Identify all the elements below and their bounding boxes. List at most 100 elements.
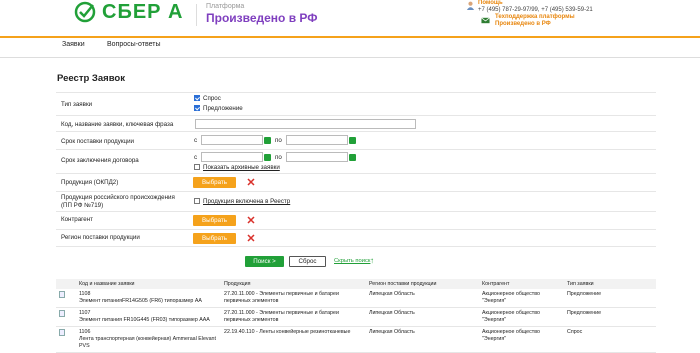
calendar-icon[interactable] (349, 154, 356, 161)
platform-title: Платформа Произведено в РФ (206, 3, 318, 25)
sber-logo-icon (74, 1, 96, 23)
help-contact: Помощь +7 (495) 787-29-97/99, +7 (495) 5… (478, 0, 593, 14)
row-request-type: Тип заявки Спрос Предложение (56, 92, 656, 115)
counterparty-select-button[interactable]: Выбрать (193, 215, 236, 226)
document-icon[interactable] (59, 310, 65, 317)
request-name[interactable]: Лента транспортерная (конвейерная) Ammer… (79, 336, 218, 350)
column-header[interactable]: Продукция (221, 279, 366, 289)
registry-option[interactable]: Продукция включена в Реестр (194, 198, 290, 205)
type-label: Тип заявки (61, 101, 93, 108)
support-link[interactable]: Техподдержка платформы Произведено в РФ (495, 14, 575, 28)
type-cell: Предложение (564, 307, 656, 327)
product-label: Продукция (ОКПД2) (61, 179, 119, 186)
contract-to-input[interactable] (286, 152, 348, 162)
counterparty-label: Контрагент (61, 216, 93, 223)
product-select-button[interactable]: Выбрать (193, 177, 236, 188)
calendar-icon[interactable] (264, 154, 271, 161)
contractor-line-2: "Энергия" (482, 298, 507, 304)
product-cell: 27.20.11.000 - Элементы первичные и бата… (221, 289, 366, 308)
column-header[interactable]: Тип заявки (564, 279, 656, 289)
platform-label: Платформа (206, 3, 245, 10)
contractor-line-1: Акционерное общество (482, 329, 540, 335)
delivery-from-input[interactable] (201, 135, 263, 145)
contract-to-label: по (275, 154, 282, 161)
archive-label: Показать архивные заявки (203, 164, 280, 171)
mail-icon (481, 17, 490, 24)
region-cell: Липецкая Область (366, 307, 479, 327)
icon-column-header (56, 279, 76, 289)
site-header: СБЕР А Платформа Произведено в РФ Помощь… (0, 0, 700, 36)
hide-search-link[interactable]: Скрыть поиск (334, 258, 370, 264)
table-row[interactable]: 1107 Элемент питания FR10G445 (FR03) типо… (56, 307, 656, 327)
header-divider (196, 4, 197, 26)
delivery-to-label: по (275, 137, 282, 144)
type-cell: Предложение (564, 289, 656, 308)
type-offer-option[interactable]: Предложение (194, 105, 243, 112)
request-code: 1108 (79, 291, 91, 297)
help-title: Помощь (478, 0, 503, 6)
russian-label-2: (ПП РФ №719) (61, 202, 104, 209)
page-title: Реестр Заявок (57, 73, 125, 84)
region-select-button[interactable]: Выбрать (193, 233, 236, 244)
support-line-2: Произведено в РФ (495, 21, 551, 27)
table-row[interactable]: 1108 Элемент питанияFR14G505 (FR6) типора… (56, 289, 656, 308)
column-header[interactable]: Регион поставки продукции (366, 279, 479, 289)
row-product: Продукция (ОКПД2) Выбрать ✕ (56, 173, 656, 191)
requests-table: Код и название заявки Продукция Регион п… (56, 279, 656, 353)
offer-label: Предложение (203, 105, 243, 112)
archive-checkbox[interactable] (194, 164, 200, 171)
table-header-row: Код и название заявки Продукция Регион п… (56, 279, 656, 289)
product-cell: 27.20.11.000 - Элементы первичные и бата… (221, 307, 366, 327)
counterparty-clear-icon[interactable]: ✕ (246, 216, 256, 227)
region-label: Регион поставки продукции (61, 234, 140, 241)
contractor-line-2: "Энергия" (482, 317, 507, 323)
offer-checkbox[interactable] (194, 105, 200, 112)
contract-from-label: с (194, 154, 198, 161)
request-code: 1107 (79, 310, 91, 316)
contractor-line-1: Акционерное общество (482, 291, 540, 297)
column-header[interactable]: Код и название заявки (76, 279, 221, 289)
nav-item-faq[interactable]: Вопросы-ответы (107, 41, 160, 48)
product-clear-icon[interactable]: ✕ (246, 178, 256, 189)
support-line-1: Техподдержка платформы (495, 14, 575, 20)
row-contract-date: Срок заключения договора с по Показать а… (56, 149, 656, 173)
row-code: Код, название заявки, ключевая фраза (56, 115, 656, 131)
top-nav: Заявки Вопросы-ответы (0, 38, 700, 58)
calendar-icon[interactable] (349, 137, 356, 144)
column-header[interactable]: Контрагент (479, 279, 564, 289)
region-clear-icon[interactable]: ✕ (246, 234, 256, 245)
russian-label-1: Продукция российского происхождения (61, 194, 175, 201)
calendar-icon[interactable] (264, 137, 271, 144)
sber-logo[interactable]: СБЕР А (74, 1, 184, 23)
demand-label: Спрос (203, 95, 221, 102)
archive-option[interactable]: Показать архивные заявки (194, 164, 280, 171)
reset-button[interactable]: Сброс (289, 256, 326, 267)
delivery-to-input[interactable] (286, 135, 348, 145)
help-person-icon (466, 1, 475, 10)
request-name[interactable]: Элемент питания FR10G445 (FR03) типоразм… (79, 317, 218, 324)
search-button[interactable]: Поиск > (245, 256, 284, 267)
row-counterparty: Контрагент Выбрать ✕ (56, 211, 656, 229)
help-phones[interactable]: +7 (495) 787-29-97/99, +7 (495) 539-59-2… (478, 7, 593, 14)
delivery-label: Срок поставки продукции (61, 138, 135, 145)
row-delivery-date: Срок поставки продукции с по (56, 131, 656, 149)
document-icon[interactable] (59, 329, 65, 336)
document-icon[interactable] (59, 291, 65, 298)
row-region: Регион поставки продукции Выбрать ✕ (56, 229, 656, 247)
platform-name: Произведено в РФ (206, 11, 318, 25)
contract-from-input[interactable] (201, 152, 263, 162)
request-code: 1106 (79, 329, 91, 335)
delivery-from-label: с (194, 137, 198, 144)
code-input[interactable] (195, 119, 416, 129)
contract-label: Срок заключения договора (61, 157, 139, 164)
request-name[interactable]: Элемент питанияFR14G505 (FR6) типоразмер… (79, 298, 218, 305)
type-demand-option[interactable]: Спрос (194, 95, 221, 102)
nav-item-requests[interactable]: Заявки (62, 41, 85, 48)
demand-checkbox[interactable] (194, 95, 200, 102)
contractor-line-1: Акционерное общество (482, 310, 540, 316)
region-cell: Липецкая Область (366, 289, 479, 308)
logo-text: СБЕР А (102, 0, 184, 23)
arrow-up-icon[interactable]: ↑ (370, 256, 374, 265)
registry-checkbox[interactable] (194, 198, 200, 205)
row-russian-origin: Продукция российского происхождения (ПП … (56, 191, 656, 211)
